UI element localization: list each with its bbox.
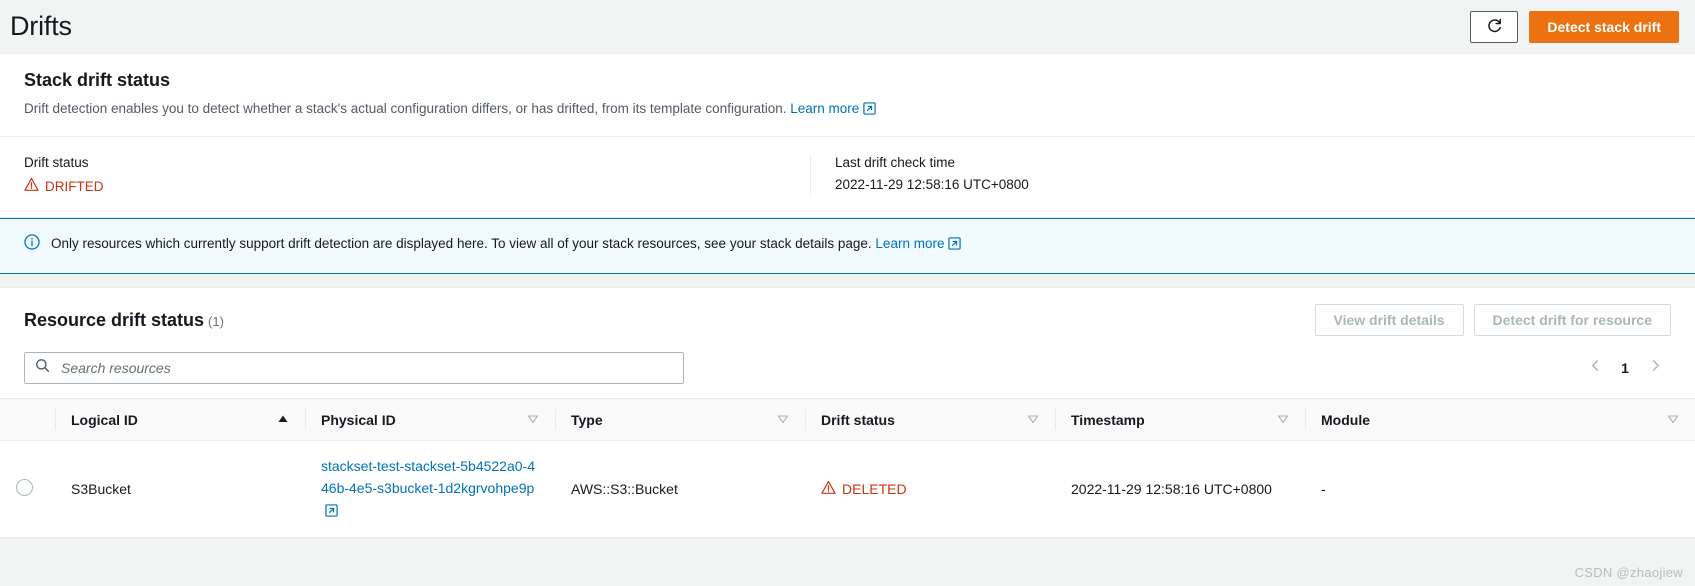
sort-ascending-icon xyxy=(277,412,289,428)
drift-status-value: DRIFTED xyxy=(24,177,786,195)
external-link-icon xyxy=(325,501,338,523)
warning-icon xyxy=(24,177,39,195)
resource-table-title: Resource drift status xyxy=(24,309,205,330)
stack-drift-status-head: Stack drift status Drift detection enabl… xyxy=(0,54,1695,136)
physical-id-text: stackset-test-stackset-5b4522a0-446b-4e5… xyxy=(321,458,535,496)
detect-stack-drift-button[interactable]: Detect stack drift xyxy=(1529,10,1679,43)
resource-drift-status-card: Resource drift status (1) View drift deta… xyxy=(0,287,1695,539)
cell-logical-id: S3Bucket xyxy=(55,440,305,538)
alert-learn-more-label: Learn more xyxy=(875,236,945,251)
detect-drift-for-resource-button[interactable]: Detect drift for resource xyxy=(1473,304,1671,336)
info-alert-message: Only resources which currently support d… xyxy=(51,236,872,251)
stack-drift-learn-more-link[interactable]: Learn more xyxy=(790,101,876,116)
alert-learn-more-link[interactable]: Learn more xyxy=(875,236,962,251)
drift-status-text: DRIFTED xyxy=(45,178,104,194)
search-input[interactable] xyxy=(59,359,673,377)
external-link-icon xyxy=(863,102,876,120)
column-label-type: Type xyxy=(571,411,603,428)
refresh-icon xyxy=(1486,17,1503,37)
last-drift-check-block: Last drift check time 2022-11-29 12:58:1… xyxy=(810,155,1053,195)
cell-module: - xyxy=(1305,440,1695,538)
column-label-drift-status: Drift status xyxy=(821,411,895,428)
column-label-module: Module xyxy=(1321,411,1370,428)
drift-status-badge-text: DELETED xyxy=(842,481,907,497)
column-label-timestamp: Timestamp xyxy=(1071,411,1145,428)
row-radio[interactable] xyxy=(16,479,33,496)
search-box[interactable] xyxy=(24,352,684,384)
drift-status-badge: DELETED xyxy=(821,480,1039,498)
pagination-prev-button[interactable] xyxy=(1585,358,1605,378)
column-label-logical-id: Logical ID xyxy=(71,411,138,428)
warning-icon xyxy=(821,480,836,498)
column-label-physical-id: Physical ID xyxy=(321,411,396,428)
view-drift-details-button[interactable]: View drift details xyxy=(1314,304,1464,336)
last-drift-check-label: Last drift check time xyxy=(835,155,956,170)
watermark: CSDN @zhaojiew xyxy=(1574,565,1683,580)
page-title: Drifts xyxy=(10,11,72,41)
column-header-type[interactable]: Type xyxy=(555,398,805,441)
cell-drift-status: DELETED xyxy=(805,440,1055,538)
resource-drift-table: Logical ID Physical ID Type Drift status… xyxy=(0,398,1695,538)
column-header-physical-id[interactable]: Physical ID xyxy=(305,398,555,441)
drift-summary-row: Drift status DRIFTED Last drift check ti… xyxy=(0,137,1695,217)
resource-table-header: Resource drift status (1) View drift deta… xyxy=(0,288,1695,344)
page-header: Drifts Detect stack drift xyxy=(0,0,1695,53)
resource-table-toolbar: 1 xyxy=(0,344,1695,398)
sort-icon xyxy=(777,412,789,428)
column-header-module[interactable]: Module xyxy=(1305,398,1695,441)
cell-physical-id: stackset-test-stackset-5b4522a0-446b-4e5… xyxy=(305,440,555,538)
sort-icon xyxy=(1027,412,1039,428)
stack-drift-status-title: Stack drift status xyxy=(24,70,171,90)
table-row[interactable]: S3Bucket stackset-test-stackset-5b4522a0… xyxy=(0,440,1695,538)
table-header-row: Logical ID Physical ID Type Drift status… xyxy=(0,398,1695,441)
info-alert: Only resources which currently support d… xyxy=(0,218,1695,274)
drift-status-block: Drift status DRIFTED xyxy=(0,155,810,195)
physical-id-link[interactable]: stackset-test-stackset-5b4522a0-446b-4e5… xyxy=(321,458,535,518)
drift-status-label: Drift status xyxy=(24,155,89,170)
column-header-drift-status[interactable]: Drift status xyxy=(805,398,1055,441)
last-drift-check-value: 2022-11-29 12:58:16 UTC+0800 xyxy=(835,177,1029,192)
chevron-right-icon xyxy=(1649,359,1662,377)
select-all-header xyxy=(0,398,55,441)
stack-drift-learn-more-label: Learn more xyxy=(790,101,860,116)
resource-table-actions: View drift details Detect drift for reso… xyxy=(1314,304,1671,336)
cell-type: AWS::S3::Bucket xyxy=(555,440,805,538)
row-select-cell xyxy=(0,440,55,538)
pagination-page-1[interactable]: 1 xyxy=(1619,360,1631,376)
table-head: Logical ID Physical ID Type Drift status… xyxy=(0,398,1695,441)
resource-table-count: (1) xyxy=(208,313,224,329)
stack-drift-status-description-text: Drift detection enables you to detect wh… xyxy=(24,101,787,116)
sort-icon xyxy=(527,412,539,428)
stack-drift-status-description: Drift detection enables you to detect wh… xyxy=(24,100,1671,120)
search-icon xyxy=(35,358,50,378)
info-alert-text: Only resources which currently support d… xyxy=(51,234,962,256)
sort-icon xyxy=(1667,412,1679,428)
column-header-timestamp[interactable]: Timestamp xyxy=(1055,398,1305,441)
header-actions: Detect stack drift xyxy=(1470,10,1679,43)
drifts-page: Drifts Detect stack drift Stack drift st… xyxy=(0,0,1695,586)
cell-timestamp: 2022-11-29 12:58:16 UTC+0800 xyxy=(1055,440,1305,538)
pagination-next-button[interactable] xyxy=(1645,358,1665,378)
pagination: 1 xyxy=(1585,358,1671,378)
sort-icon xyxy=(1277,412,1289,428)
stack-drift-status-panel: Stack drift status Drift detection enabl… xyxy=(0,53,1695,218)
table-body: S3Bucket stackset-test-stackset-5b4522a0… xyxy=(0,440,1695,538)
external-link-icon xyxy=(948,236,962,256)
info-icon xyxy=(24,234,40,255)
refresh-button[interactable] xyxy=(1470,10,1519,43)
resource-table-title-group: Resource drift status (1) xyxy=(24,310,224,331)
chevron-left-icon xyxy=(1589,359,1602,377)
column-header-logical-id[interactable]: Logical ID xyxy=(55,398,305,441)
